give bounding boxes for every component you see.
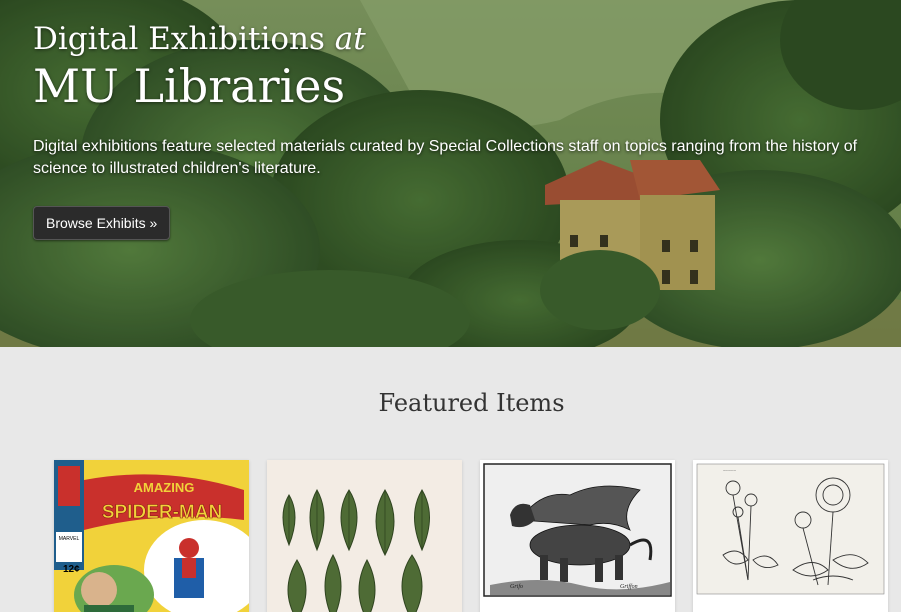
featured-item-griffin[interactable]: Grifo Griffon: [480, 460, 675, 612]
hero-description: Digital exhibitions feature selected mat…: [33, 138, 858, 177]
featured-item-spider-man[interactable]: MARVEL 12¢ AMAZING SPIDER-MAN: [54, 460, 249, 612]
leaf-specimens-image: [267, 460, 462, 612]
browse-exhibits-button[interactable]: Browse Exhibits »: [33, 206, 171, 240]
featured-items-grid: MARVEL 12¢ AMAZING SPIDER-MAN Grifo Grif…: [54, 460, 894, 612]
comic-title-spiderman: SPIDER-MAN: [102, 502, 222, 523]
hero-title-at: at: [334, 21, 366, 57]
comic-price: 12¢: [63, 564, 80, 575]
featured-item-leaves[interactable]: [267, 460, 462, 612]
comic-publisher-badge: MARVEL: [59, 536, 80, 542]
hero-banner: Digital Exhibitions at MU Libraries Digi…: [0, 0, 901, 347]
hero-title-main: Digital Exhibitions: [33, 21, 325, 57]
featured-item-botanical[interactable]: ~~~~~~: [693, 460, 888, 612]
botanical-caption-text: ~~~~~~: [723, 468, 737, 473]
griffin-caption-left: Grifo: [510, 583, 523, 590]
griffin-engraving-image: Grifo Griffon: [480, 460, 675, 612]
hero-title: Digital Exhibitions at: [33, 20, 893, 58]
spider-man-comic-cover-image: MARVEL 12¢ AMAZING SPIDER-MAN: [54, 460, 249, 612]
featured-items-section: Featured Items MARVEL 12¢ AMAZING SPIDER…: [0, 347, 901, 612]
featured-items-heading: Featured Items: [378, 389, 565, 417]
botanical-engraving-image: ~~~~~~: [693, 460, 888, 612]
comic-title-amazing: AMAZING: [134, 480, 195, 495]
hero-text-block: Digital Exhibitions at MU Libraries Digi…: [33, 20, 893, 240]
griffin-caption-right: Griffon: [620, 583, 638, 590]
hero-title-library: MU Libraries: [33, 59, 346, 113]
